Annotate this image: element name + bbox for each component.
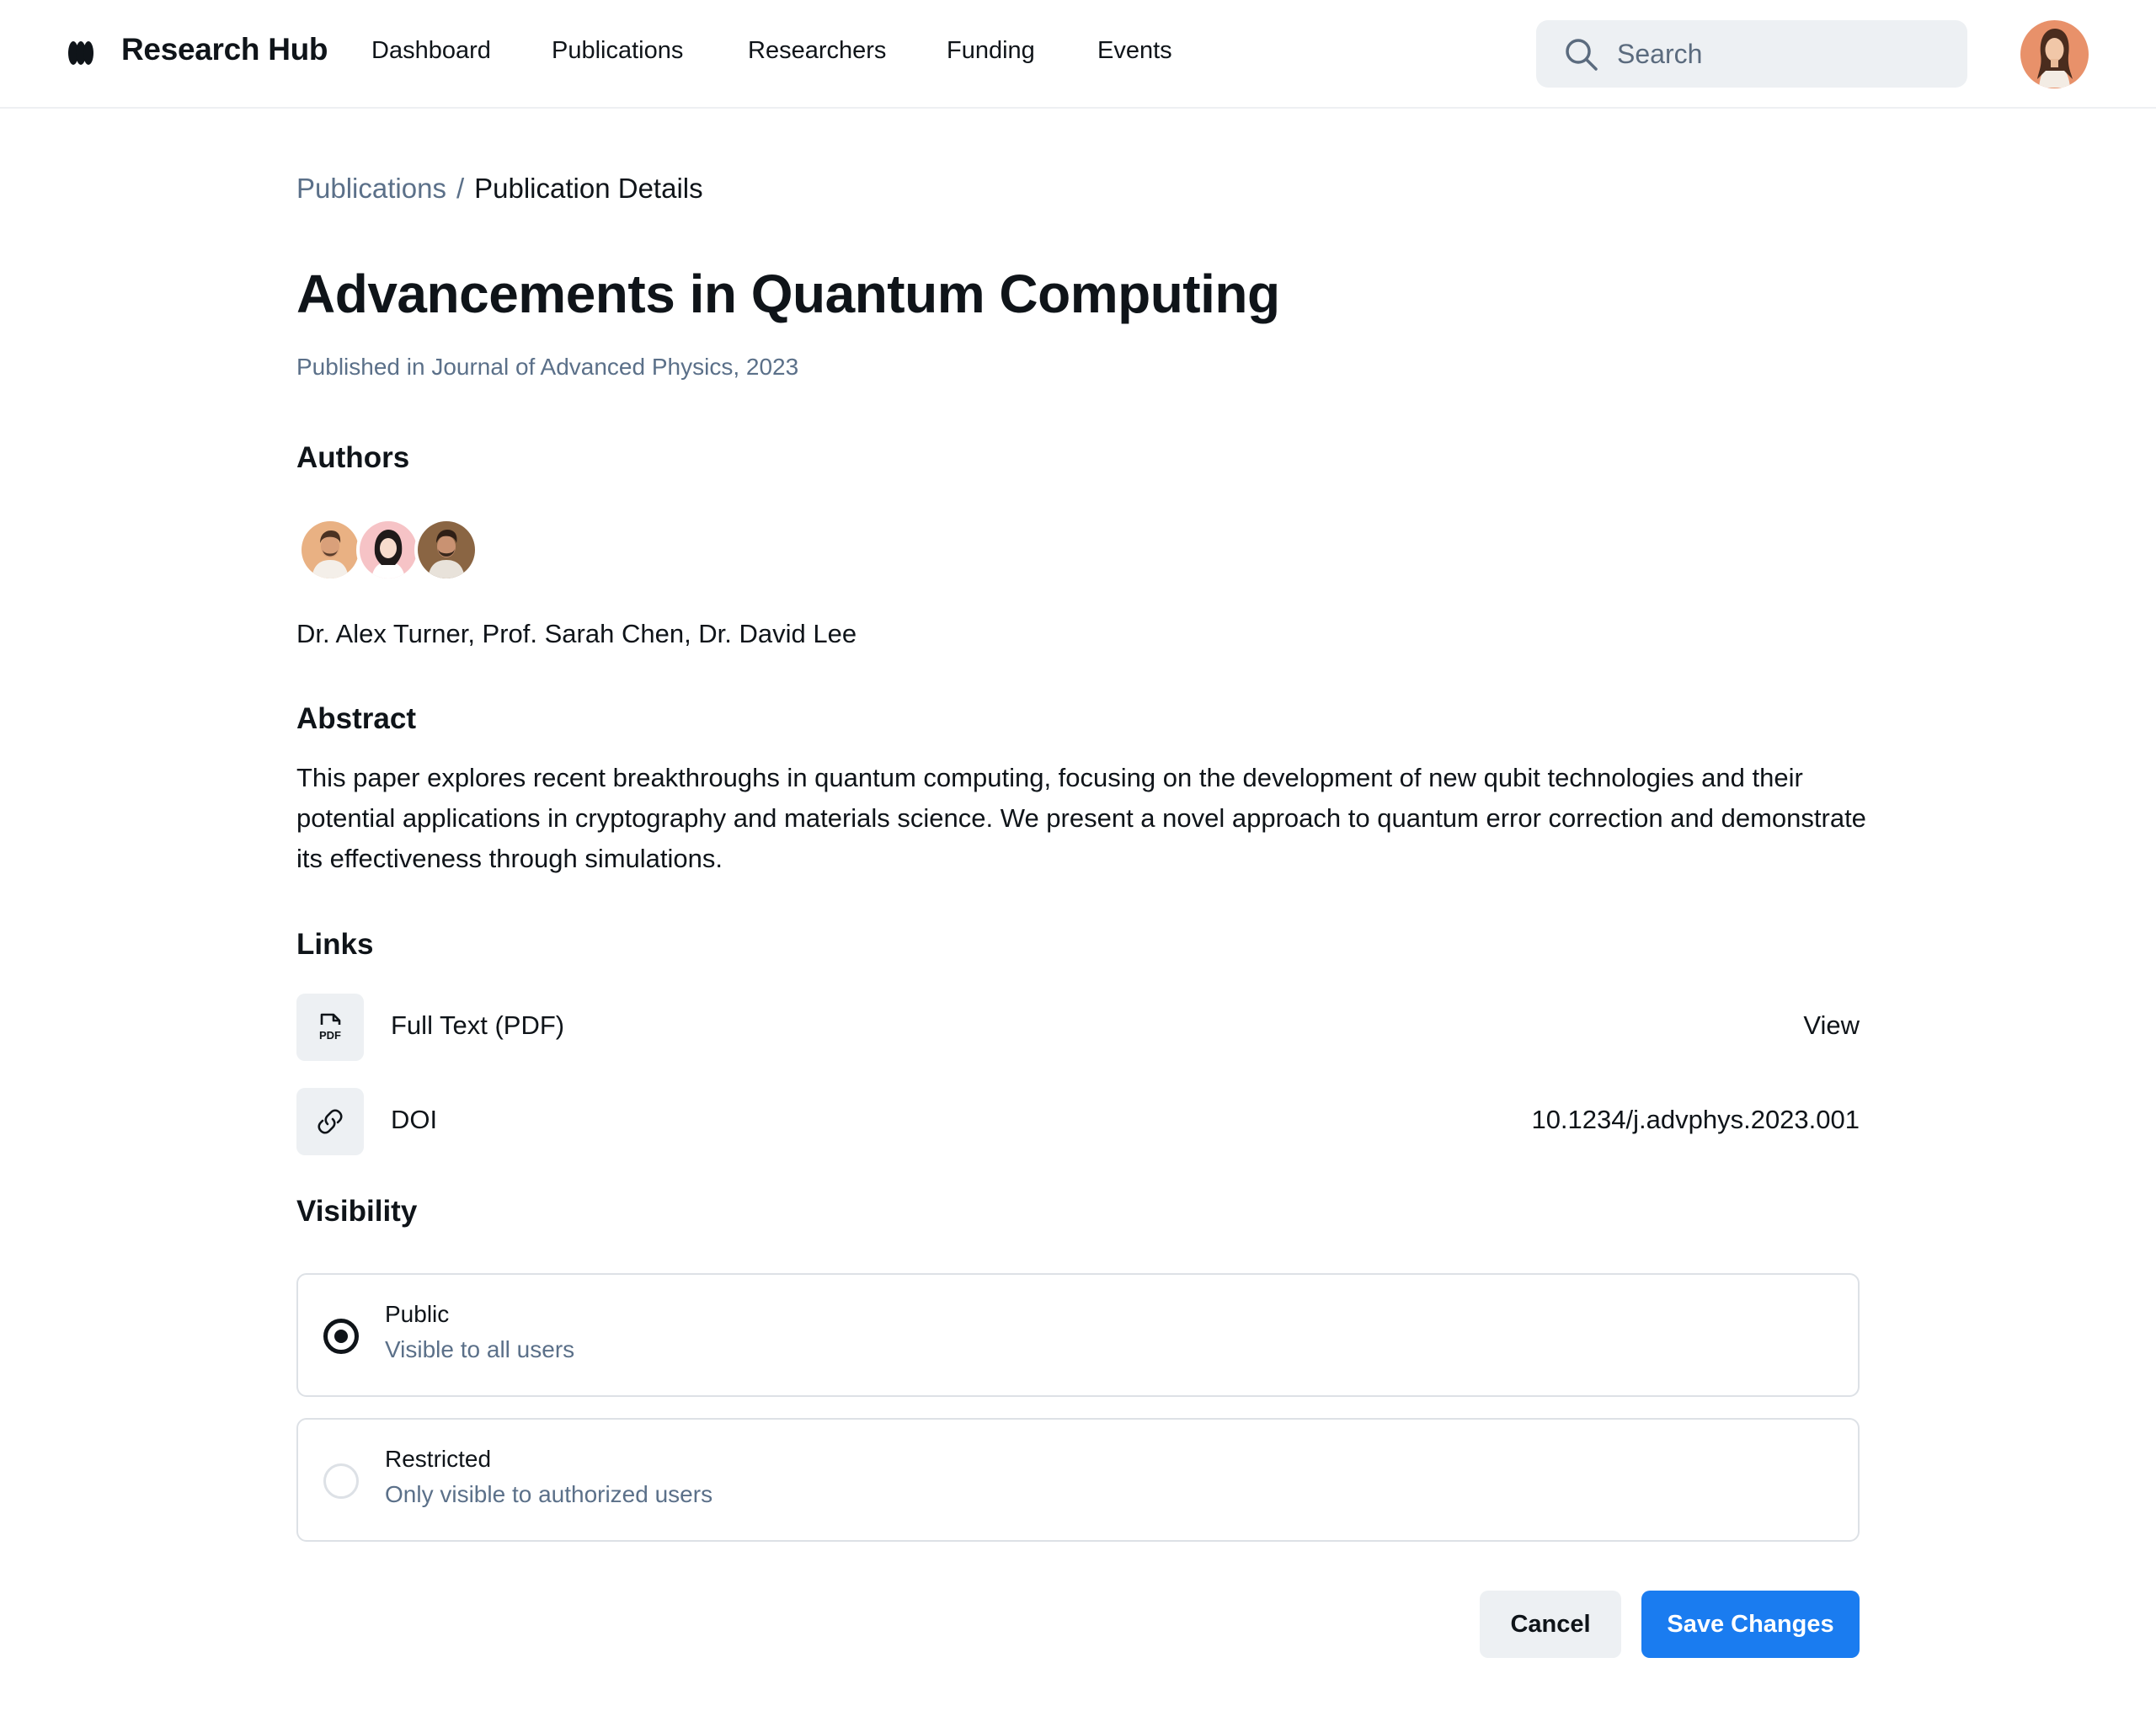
search-input[interactable] [1617, 20, 1954, 88]
breadcrumb-separator: / [456, 173, 465, 204]
cancel-button[interactable]: Cancel [1480, 1591, 1621, 1658]
link-label: Full Text (PDF) [391, 1010, 565, 1040]
user-avatar[interactable] [2020, 20, 2089, 88]
author-avatar[interactable] [298, 518, 362, 582]
radio-restricted[interactable] [323, 1463, 359, 1499]
svg-text:PDF: PDF [319, 1029, 341, 1042]
author-avatar[interactable] [356, 518, 420, 582]
top-navigation-bar: Research Hub Dashboard Publications Rese… [0, 0, 2156, 109]
link-icon [296, 1088, 364, 1155]
authors-heading: Authors [296, 441, 410, 474]
link-row-full-text: PDF Full Text (PDF) View [296, 994, 1860, 1061]
nav-item-publications[interactable]: Publications [552, 37, 683, 65]
radio-public[interactable] [323, 1319, 359, 1354]
research-hub-logo-icon [68, 41, 93, 65]
link-row-doi: DOI 10.1234/j.advphys.2023.001 [296, 1088, 1860, 1155]
option-description: Only visible to authorized users [385, 1481, 713, 1507]
publication-subtitle: Published in Journal of Advanced Physics… [296, 354, 799, 380]
search-box[interactable] [1536, 20, 1967, 88]
nav-item-funding[interactable]: Funding [947, 37, 1035, 65]
view-pdf-link[interactable]: View [1803, 1010, 1860, 1041]
author-avatar[interactable] [414, 518, 478, 582]
search-icon [1566, 39, 1598, 71]
doi-link[interactable]: 10.1234/j.advphys.2023.001 [1531, 1105, 1860, 1135]
links-heading: Links [296, 928, 374, 961]
abstract-text: This paper explores recent breakthroughs… [296, 763, 1866, 873]
page-title: Advancements in Quantum Computing [296, 264, 1280, 324]
abstract-heading: Abstract [296, 702, 416, 735]
link-label: DOI [391, 1105, 438, 1134]
nav-item-events[interactable]: Events [1097, 37, 1172, 65]
save-changes-button[interactable]: Save Changes [1641, 1591, 1860, 1658]
pdf-icon: PDF [296, 994, 364, 1061]
visibility-option-restricted[interactable]: Restricted Only visible to authorized us… [296, 1418, 1860, 1542]
breadcrumb-publications-link[interactable]: Publications [296, 173, 446, 204]
visibility-option-public[interactable]: Public Visible to all users [296, 1273, 1860, 1397]
brand-name[interactable]: Research Hub [121, 32, 328, 67]
nav-item-researchers[interactable]: Researchers [748, 37, 886, 65]
author-names: Dr. Alex Turner, Prof. Sarah Chen, Dr. D… [296, 619, 857, 648]
option-description: Visible to all users [385, 1336, 575, 1362]
option-title: Restricted [385, 1446, 492, 1472]
option-title: Public [385, 1301, 450, 1327]
breadcrumb-current: Publication Details [474, 173, 703, 204]
nav-item-dashboard[interactable]: Dashboard [371, 37, 491, 65]
breadcrumb: Publications / Publication Details [296, 173, 703, 205]
visibility-heading: Visibility [296, 1195, 418, 1228]
